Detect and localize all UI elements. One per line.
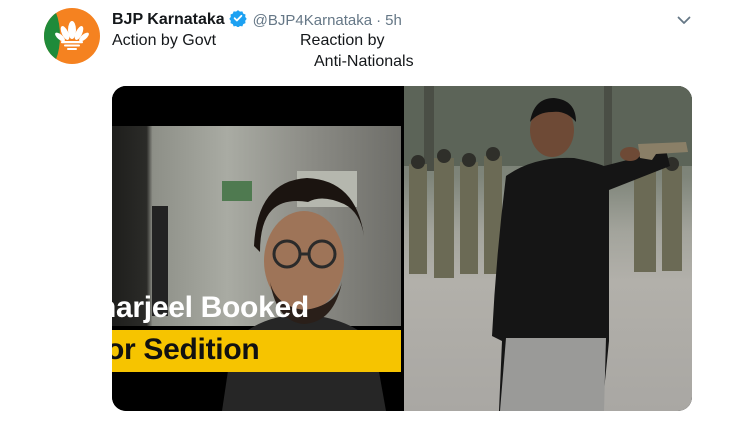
tweet-text-right-line2: Anti-Nationals: [314, 53, 414, 70]
caption-line-1: harjeel Booked: [112, 288, 401, 328]
avatar[interactable]: [44, 8, 100, 64]
tweet-header: BJP Karnataka @BJP4Karnataka · 5h: [112, 9, 402, 31]
verified-badge-icon: [228, 9, 247, 32]
lotus-logo-icon: [55, 21, 89, 50]
media-image-left[interactable]: harjeel Booked or Sedition: [112, 86, 401, 411]
tweet-text-right-line1: Reaction by: [300, 32, 385, 49]
tweet-media[interactable]: harjeel Booked or Sedition: [112, 86, 692, 411]
caption-text-2: or Sedition: [112, 333, 260, 366]
tweet-card[interactable]: BJP Karnataka @BJP4Karnataka · 5h Action…: [0, 0, 750, 422]
tweet-timestamp[interactable]: 5h: [385, 12, 402, 29]
caption-text-1: harjeel Booked: [112, 291, 309, 324]
street-scene: [404, 86, 692, 411]
separator-dot: ·: [376, 11, 382, 29]
media-image-right[interactable]: [404, 86, 692, 411]
chevron-down-icon[interactable]: [676, 12, 692, 28]
caption-line-2: or Sedition: [112, 330, 401, 372]
display-name[interactable]: BJP Karnataka: [112, 11, 225, 29]
tweet-text-left: Action by Govt: [112, 32, 217, 49]
user-handle[interactable]: @BJP4Karnataka: [253, 12, 372, 29]
